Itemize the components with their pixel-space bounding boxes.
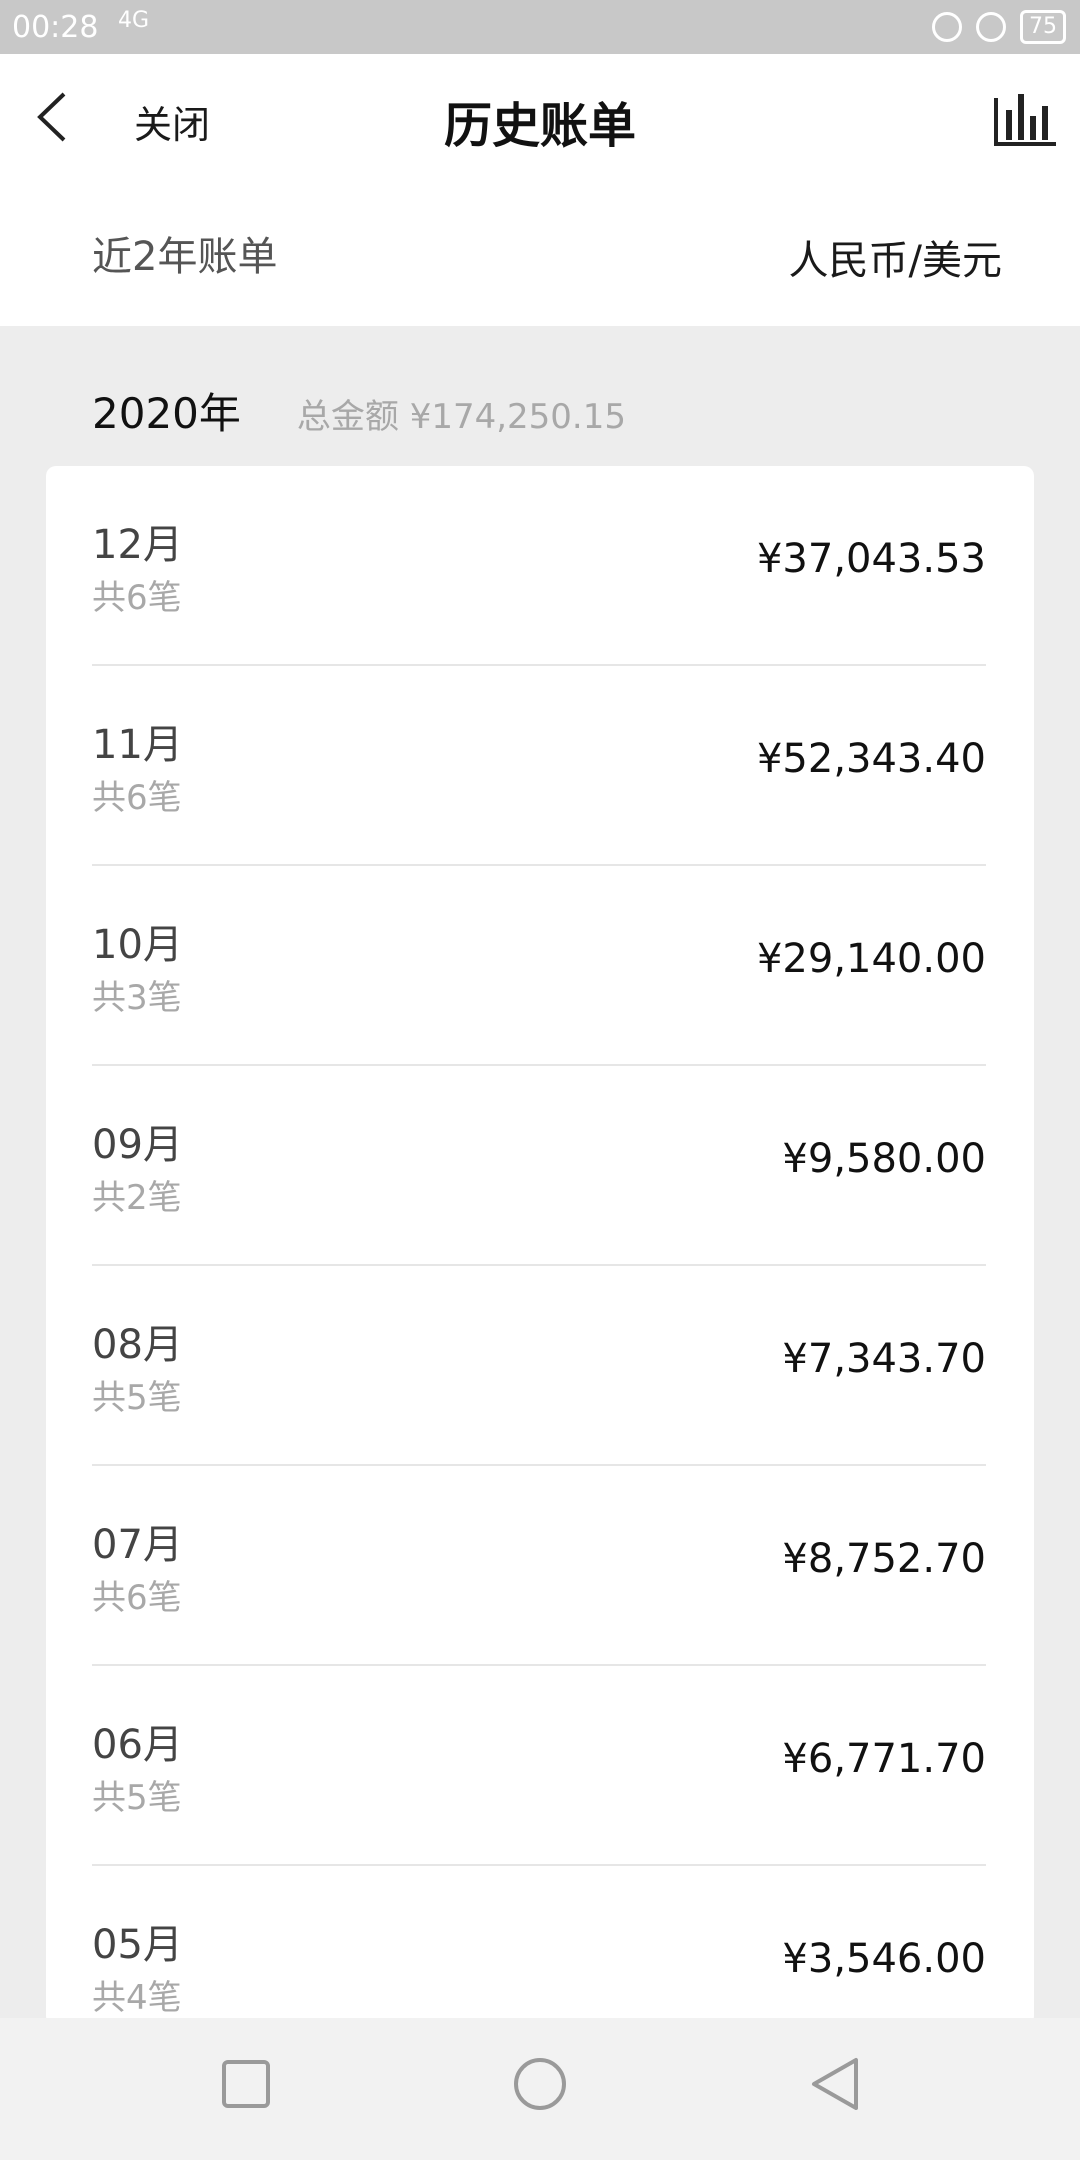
month-amount: ¥9,580.00: [782, 1136, 986, 1182]
list-item[interactable]: 08月 共5笔 ¥7,343.70: [92, 1266, 986, 1466]
transaction-count: 共6笔: [92, 578, 182, 618]
nav-bar: 关闭 历史账单: [0, 54, 1080, 180]
list-item[interactable]: 07月 共6笔 ¥8,752.70: [92, 1466, 986, 1666]
list-item[interactable]: 11月 共6笔 ¥52,343.40: [92, 666, 986, 866]
transaction-count: 共4笔: [92, 1978, 182, 2018]
list-item[interactable]: 12月 共6笔 ¥37,043.53: [92, 466, 986, 666]
filter-bar: 近2年账单 人民币/美元: [0, 180, 1080, 326]
period-selector[interactable]: 近2年账单: [92, 224, 277, 282]
month-amount: ¥37,043.53: [756, 536, 986, 582]
transaction-count: 共2笔: [92, 1178, 182, 1218]
transaction-count: 共5笔: [92, 1778, 182, 1818]
month-label: 06月: [92, 1722, 183, 1768]
page-title: 历史账单: [443, 98, 636, 154]
transaction-count: 共6笔: [92, 1578, 182, 1618]
month-label: 09月: [92, 1122, 183, 1168]
month-label: 10月: [92, 922, 183, 968]
alarm-icon: [976, 12, 1006, 42]
year-total: 总金额 ¥174,250.15: [296, 397, 626, 437]
month-amount: ¥29,140.00: [756, 936, 986, 982]
battery-icon: 75: [1020, 10, 1066, 44]
home-icon[interactable]: [510, 2054, 570, 2114]
status-bar: 00:28 4G 75: [0, 0, 1080, 54]
back-icon[interactable]: [806, 2054, 866, 2114]
month-amount: ¥52,343.40: [756, 736, 986, 782]
transaction-count: 共5笔: [92, 1378, 182, 1418]
signal-icon: 4G: [118, 8, 150, 33]
list-item[interactable]: 09月 共2笔 ¥9,580.00: [92, 1066, 986, 1266]
month-label: 08月: [92, 1322, 183, 1368]
status-icons: 75: [932, 10, 1066, 44]
month-label: 11月: [92, 722, 183, 768]
lock-rotation-icon: [932, 12, 962, 42]
bill-list-card: 12月 共6笔 ¥37,043.53 11月 共6笔 ¥52,343.40 10…: [46, 466, 1034, 2026]
month-amount: ¥7,343.70: [782, 1336, 986, 1382]
recent-apps-icon[interactable]: [216, 2054, 276, 2114]
currency-toggle[interactable]: 人民币/美元: [789, 228, 1002, 286]
list-item[interactable]: 05月 共4笔 ¥3,546.00: [92, 1866, 986, 2026]
transaction-count: 共6笔: [92, 778, 182, 818]
month-label: 05月: [92, 1922, 183, 1968]
list-item[interactable]: 10月 共3笔 ¥29,140.00: [92, 866, 986, 1066]
list-item[interactable]: 06月 共5笔 ¥6,771.70: [92, 1666, 986, 1866]
year-label: 2020年: [92, 389, 241, 438]
month-amount: ¥8,752.70: [782, 1536, 986, 1582]
status-time: 00:28: [12, 10, 99, 45]
month-label: 12月: [92, 522, 183, 568]
month-amount: ¥3,546.00: [782, 1936, 986, 1982]
year-header: 2020年 总金额 ¥174,250.15: [92, 380, 626, 441]
bar-chart-icon[interactable]: [992, 88, 1058, 146]
transaction-count: 共3笔: [92, 978, 182, 1018]
month-label: 07月: [92, 1522, 183, 1568]
system-nav-bar: [0, 2018, 1080, 2160]
month-amount: ¥6,771.70: [782, 1736, 986, 1782]
